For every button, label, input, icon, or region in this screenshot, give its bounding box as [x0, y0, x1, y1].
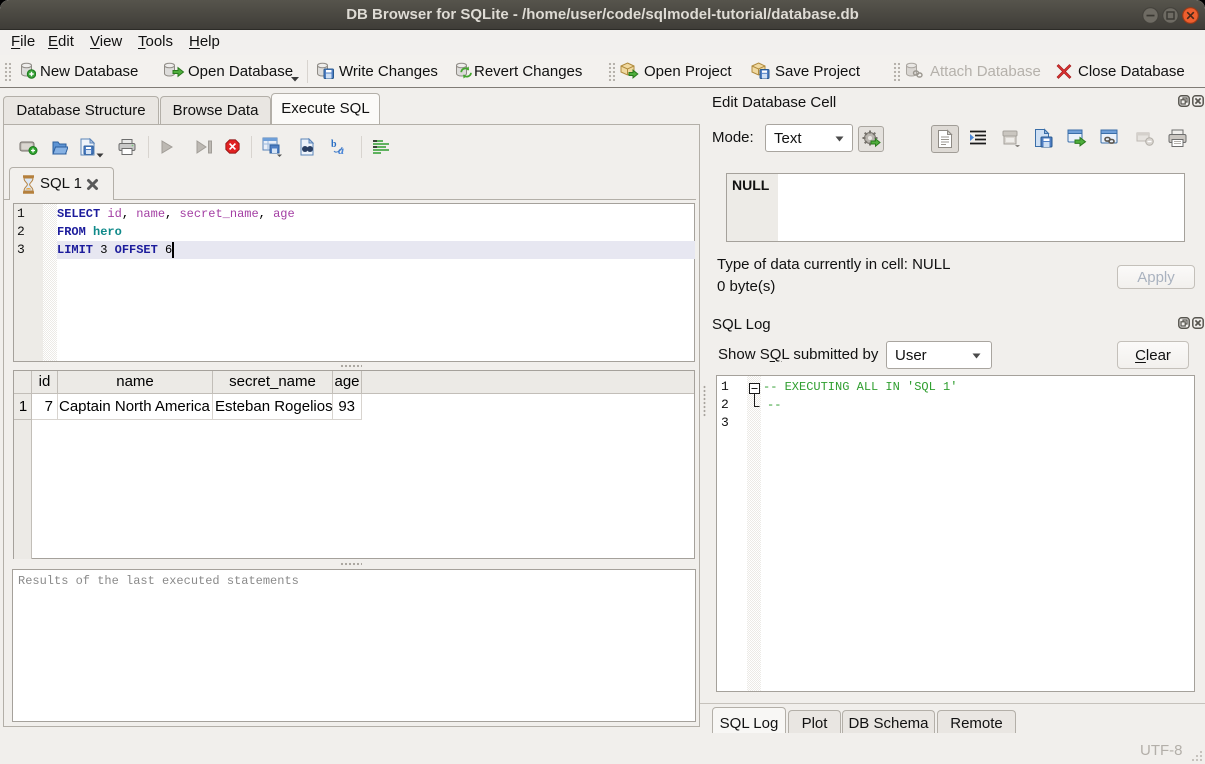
svg-text:b: b: [331, 139, 337, 150]
